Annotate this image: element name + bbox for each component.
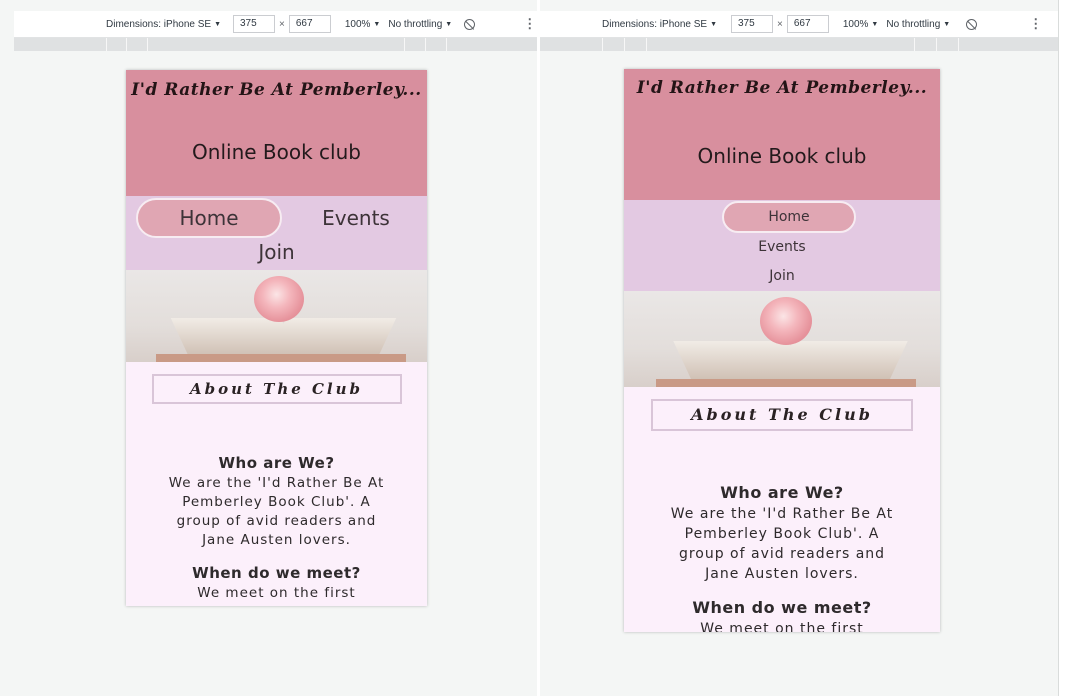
main-nav: Home Events Join bbox=[126, 196, 427, 270]
who-heading: Who are We? bbox=[218, 454, 335, 472]
width-input[interactable]: 375 bbox=[731, 15, 773, 33]
nav-home[interactable]: Home bbox=[136, 198, 282, 238]
about-heading: About The Club bbox=[651, 399, 913, 431]
height-input[interactable]: 667 bbox=[288, 15, 331, 33]
zoom-select[interactable]: 100% ▼ bbox=[345, 19, 381, 30]
nav-home[interactable]: Home bbox=[722, 201, 856, 233]
rotate-button[interactable] bbox=[966, 18, 978, 30]
height-input[interactable]: 667 bbox=[786, 15, 829, 33]
device-select[interactable]: Dimensions: iPhone SE ▼ bbox=[106, 19, 221, 30]
hero-image bbox=[624, 291, 940, 387]
site-logo[interactable]: I'd Rather Be At Pemberley... bbox=[126, 80, 427, 100]
when-heading: When do we meet? bbox=[692, 598, 872, 617]
media-query-bar[interactable] bbox=[14, 38, 537, 51]
about-content: Who are We? We are the 'I'd Rather Be At… bbox=[624, 483, 940, 632]
device-toolbar: Dimensions: iPhone SE ▼ 375 × 667 100% ▼ N… bbox=[540, 11, 1058, 38]
window-edge bbox=[1058, 0, 1059, 696]
about-heading: About The Club bbox=[151, 374, 402, 404]
club-title: Online Book club bbox=[192, 140, 361, 164]
when-heading: When do we meet? bbox=[192, 564, 361, 582]
nav-join[interactable]: Join bbox=[126, 237, 427, 267]
when-text: We meet on the first bbox=[700, 621, 864, 632]
nav-events[interactable]: Events bbox=[311, 200, 401, 236]
mobile-viewport: I'd Rather Be At Pemberley... Online Boo… bbox=[624, 69, 940, 632]
throttling-select[interactable]: No throttling ▼ bbox=[388, 19, 452, 30]
who-text: We are the 'I'd Rather Be At Pemberley B… bbox=[168, 475, 385, 548]
right-preview-pane: Dimensions: iPhone SE ▼ 375 × 667 100% ▼ N… bbox=[540, 0, 1058, 696]
hero-image bbox=[126, 270, 427, 362]
when-text: We meet on the first bbox=[197, 585, 356, 601]
site-header: I'd Rather Be At Pemberley... Online Boo… bbox=[126, 70, 427, 196]
width-input[interactable]: 375 bbox=[233, 15, 275, 33]
zoom-select[interactable]: 100% ▼ bbox=[843, 19, 879, 30]
mobile-viewport: I'd Rather Be At Pemberley... Online Boo… bbox=[126, 70, 427, 606]
site-logo[interactable]: I'd Rather Be At Pemberley... bbox=[624, 78, 940, 98]
media-query-bar[interactable] bbox=[540, 38, 1058, 51]
main-nav: Home Events Join bbox=[624, 200, 940, 291]
left-preview-pane: Dimensions: iPhone SE ▼ 375 × 667 100% ▼ N… bbox=[0, 0, 537, 696]
times-sign: × bbox=[279, 18, 285, 30]
nav-join[interactable]: Join bbox=[624, 265, 940, 287]
times-sign: × bbox=[777, 18, 783, 30]
kebab-icon[interactable]: ⋮ bbox=[523, 16, 536, 32]
about-content: Who are We? We are the 'I'd Rather Be At… bbox=[126, 454, 427, 603]
rotate-button[interactable] bbox=[464, 18, 476, 30]
device-select[interactable]: Dimensions: iPhone SE ▼ bbox=[602, 19, 717, 30]
block-icon bbox=[464, 18, 476, 30]
block-icon bbox=[966, 18, 978, 30]
who-text: We are the 'I'd Rather Be At Pemberley B… bbox=[670, 506, 894, 582]
kebab-icon[interactable]: ⋮ bbox=[1029, 16, 1042, 32]
nav-events[interactable]: Events bbox=[624, 236, 940, 258]
device-toolbar: Dimensions: iPhone SE ▼ 375 × 667 100% ▼ N… bbox=[14, 11, 537, 38]
throttling-select[interactable]: No throttling ▼ bbox=[886, 19, 950, 30]
site-header: I'd Rather Be At Pemberley... Online Boo… bbox=[624, 69, 940, 200]
who-heading: Who are We? bbox=[720, 483, 844, 502]
club-title: Online Book club bbox=[697, 144, 867, 168]
